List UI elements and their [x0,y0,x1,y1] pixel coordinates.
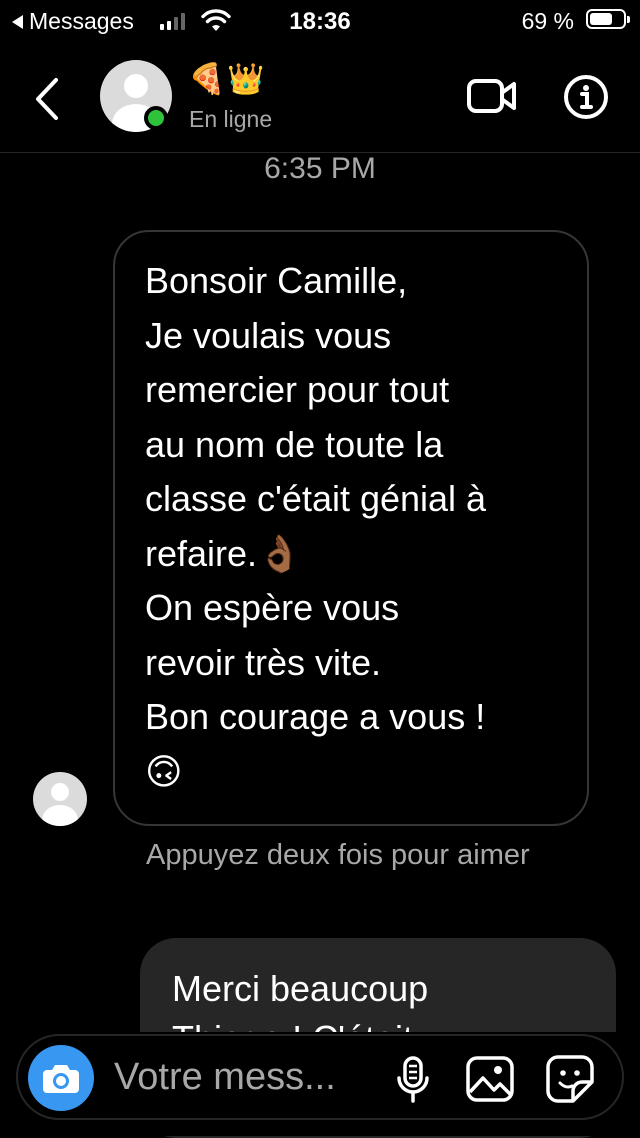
battery-percent: 69 % [521,8,574,34]
video-camera-icon[interactable] [466,76,518,116]
camera-button[interactable] [28,1045,94,1111]
sender-avatar[interactable] [33,772,87,826]
message-line: refaire.👌🏾 [145,532,302,574]
sticker-icon[interactable] [545,1054,595,1104]
microphone-icon[interactable] [396,1056,430,1104]
message-line: Merci beaucoup [172,968,429,1009]
message-line: revoir très vite. [145,641,382,683]
message-line: Je voulais vous [145,314,392,356]
battery-icon [586,9,630,29]
info-icon[interactable] [563,74,609,120]
contact-name[interactable]: 🍕👑 [188,62,267,97]
message-emoji: 🙃 [145,750,183,792]
message-line: remercier pour tout [145,369,450,410]
camera-icon [43,1065,79,1093]
chat-header: 🍕👑 En ligne [0,40,640,153]
message-line: classe c'était génial à [145,478,487,519]
online-indicator [144,106,168,130]
message-line: Bon courage a vous ! [145,696,486,737]
message-line: au nom de toute la [145,423,444,465]
message-input[interactable] [114,1054,364,1100]
message-composer [16,1034,624,1120]
chevron-left-icon[interactable] [28,76,68,122]
image-icon[interactable] [466,1056,514,1102]
double-tap-hint: Appuyez deux fois pour aimer [146,839,530,871]
message-timestamp: 6:35 PM [264,152,376,185]
message-line: On espère vous [145,587,400,628]
presence-status: En ligne [189,106,273,132]
message-line: Bonsoir Camille, [145,260,408,301]
incoming-message-bubble[interactable]: Bonsoir Camille, Je voulais vous remerci… [113,230,589,826]
status-bar: Messages 18:36 69 % [0,0,640,40]
